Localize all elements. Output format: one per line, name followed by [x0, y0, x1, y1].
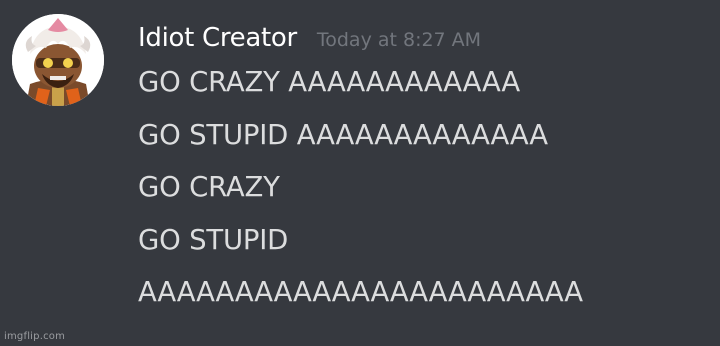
message-header: Idiot Creator Today at 8:27 AM: [138, 18, 712, 58]
username[interactable]: Idiot Creator: [138, 18, 297, 58]
message-timestamp[interactable]: Today at 8:27 AM: [317, 29, 481, 51]
message-line: GO CRAZY: [138, 171, 280, 203]
message-line: GO STUPID: [138, 223, 289, 256]
message-content: Idiot Creator Today at 8:27 AM GO CRAZY …: [138, 18, 712, 330]
message-line: GO STUPID AAAAAAAAAAAAA: [138, 118, 548, 151]
imgflip-watermark: imgflip.com: [4, 331, 66, 342]
character-avatar-icon: [12, 14, 104, 106]
user-avatar[interactable]: [12, 14, 104, 106]
chat-message: Idiot Creator Today at 8:27 AM GO CRAZY …: [0, 0, 720, 346]
message-line: AAAAAAAAAAAAAAAAAAAAAAA: [138, 276, 583, 308]
message-line: GO CRAZY AAAAAAAAAAAA: [138, 66, 521, 98]
message-lines: GO CRAZY AAAAAAAAAAAA GO STUPID AAAAAAAA…: [138, 67, 712, 307]
